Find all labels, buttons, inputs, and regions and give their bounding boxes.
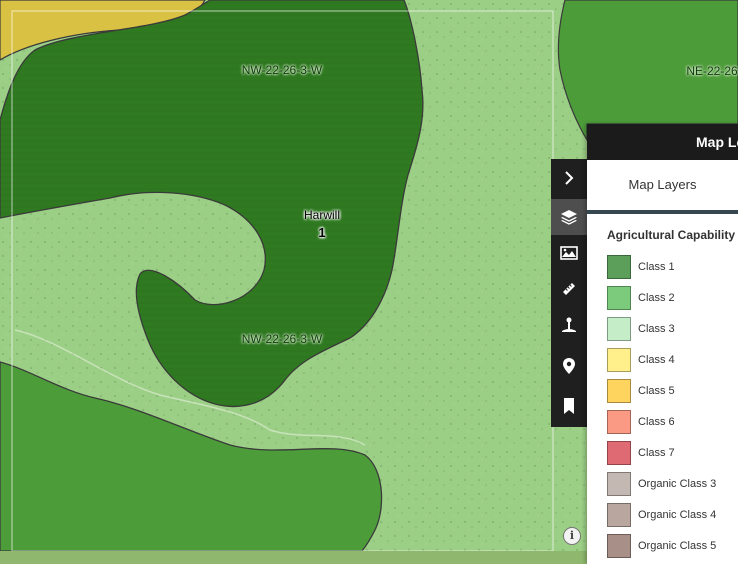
location-pin-icon (563, 358, 575, 374)
location-button[interactable] (551, 348, 587, 384)
legend-swatch (607, 410, 631, 434)
legend-section-title: Agricultural Capability (607, 228, 736, 242)
map-toolbar (551, 159, 587, 427)
legend-item-organic-class-5: Organic Class 5 (607, 533, 716, 559)
legend-swatch (607, 534, 631, 558)
parcel-label-nw-bottom: NW-22-26-3-W (241, 332, 323, 346)
legend-header: Map Legend (587, 124, 738, 160)
legend-swatch (607, 379, 631, 403)
parcel-label-nw-top: NW-22-26-3-W (241, 63, 323, 77)
legend-label: Class 2 (638, 292, 675, 304)
legend-swatch (607, 441, 631, 465)
legend-swatch (607, 317, 631, 341)
legend-item-class-2: Class 2 (607, 285, 675, 311)
legend-item-class-3: Class 3 (607, 316, 675, 342)
parcel-label-ne: NE-22-26 (686, 64, 738, 78)
soil-probe-icon (562, 317, 576, 332)
basemap-button[interactable] (551, 235, 587, 271)
legend-label: Organic Class 5 (638, 540, 717, 552)
legend-label: Class 4 (638, 354, 675, 366)
legend-swatch (607, 472, 631, 496)
layers-icon (561, 210, 577, 225)
legend-item-organic-class-3: Organic Class 3 (607, 471, 716, 497)
legend-item-class-5: Class 5 (607, 378, 675, 404)
legend-item-class-4: Class 4 (607, 347, 675, 373)
site-name: Harwill (304, 208, 340, 222)
legend-item-organic-class-4: Organic Class 4 (607, 502, 716, 528)
map-image-icon (560, 246, 578, 260)
soil-sample-button[interactable] (551, 307, 587, 343)
legend-label: Organic Class 4 (638, 509, 717, 521)
legend-label: Class 1 (638, 261, 675, 273)
site-number: 1 (318, 225, 326, 240)
bookmark-icon (564, 398, 574, 414)
legend-swatch (607, 286, 631, 310)
map-layers-button[interactable] (551, 199, 587, 235)
legend-item-class-1: Class 1 (607, 254, 675, 280)
legend-item-class-6: Class 6 (607, 409, 675, 435)
legend-item-class-7: Class 7 (607, 440, 675, 466)
legend-swatch (607, 348, 631, 372)
info-button[interactable]: i (563, 527, 581, 545)
legend-label: Class 6 (638, 416, 675, 428)
site-marker[interactable]: Harwill 1 (304, 207, 340, 241)
legend-swatch (607, 255, 631, 279)
legend-label: Class 7 (638, 447, 675, 459)
ruler-icon (563, 283, 575, 295)
chevron-right-icon (565, 171, 574, 185)
legend-label: Class 3 (638, 323, 675, 335)
collapse-panel-button[interactable] (551, 160, 587, 196)
legend-label: Class 5 (638, 385, 675, 397)
bookmarks-button[interactable] (551, 388, 587, 424)
map-legend-panel: Map Legend Map Layers Agricultural Capab… (587, 124, 738, 564)
measure-button[interactable] (551, 271, 587, 307)
tab-map-layers[interactable]: Map Layers (587, 160, 738, 214)
legend-swatch (607, 503, 631, 527)
legend-label: Organic Class 3 (638, 478, 717, 490)
